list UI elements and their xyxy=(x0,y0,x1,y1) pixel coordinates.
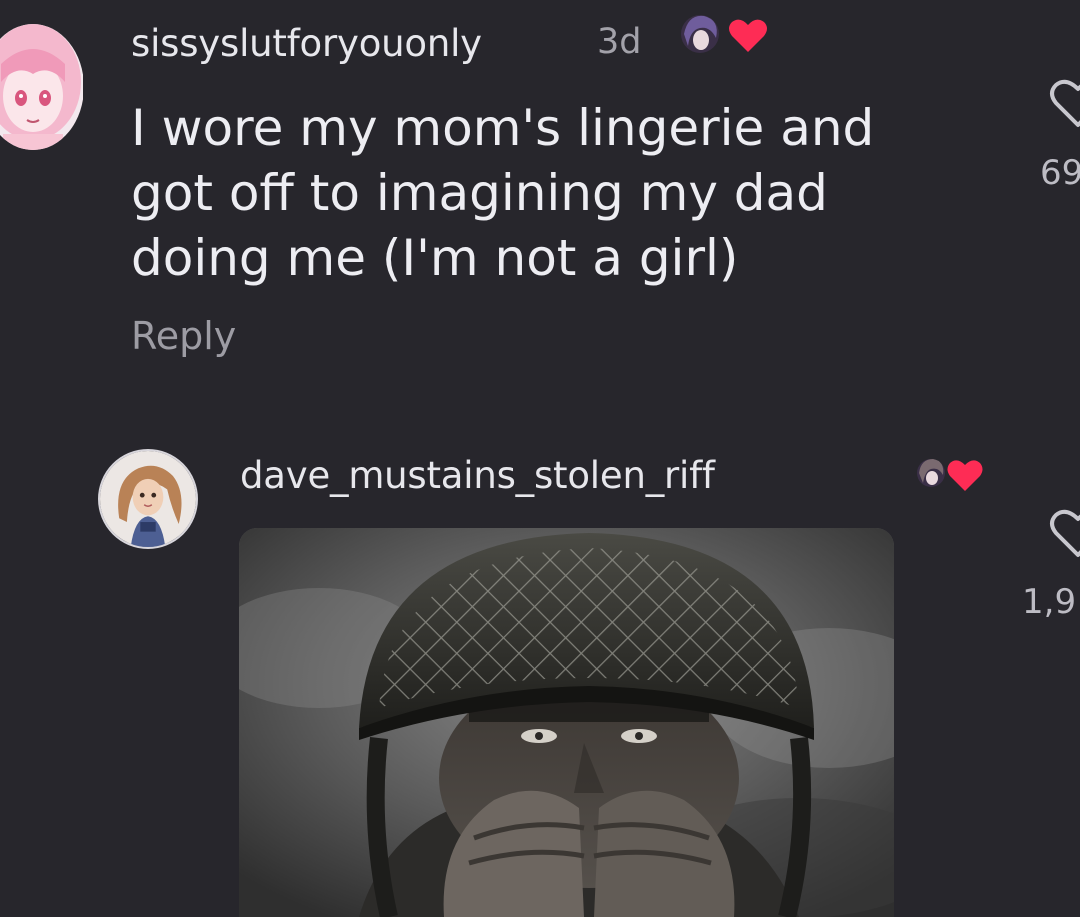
soldier-photo xyxy=(239,528,894,917)
like-count: 1,9 xyxy=(1022,582,1077,622)
doll-avatar-icon xyxy=(100,451,196,547)
comments-screen: sissyslutforyouonly 3d I wore my mom's l… xyxy=(0,0,1080,917)
heart-filled-icon xyxy=(729,19,767,53)
creator-liked-badge xyxy=(905,451,995,495)
like-count: 69 xyxy=(1040,153,1080,193)
heart-outline-icon[interactable] xyxy=(1048,77,1080,129)
comment-username[interactable]: dave_mustains_stolen_riff xyxy=(240,454,715,497)
comment-timestamp: 3d xyxy=(597,22,642,62)
user-avatar[interactable] xyxy=(0,24,84,150)
heart-filled-icon xyxy=(947,460,983,491)
creator-liked-badge xyxy=(670,12,775,56)
user-avatar[interactable] xyxy=(98,449,198,549)
creator-avatar-icon xyxy=(917,459,945,487)
heart-outline-icon[interactable] xyxy=(1048,507,1080,559)
soldier-photo-attachment[interactable] xyxy=(239,528,894,917)
anime-avatar-icon xyxy=(0,24,83,150)
comment-text: I wore my mom's lingerie and got off to … xyxy=(131,99,875,287)
comment-username[interactable]: sissyslutforyouonly xyxy=(131,22,482,65)
reply-button[interactable]: Reply xyxy=(131,314,236,358)
creator-avatar-icon xyxy=(681,15,719,53)
